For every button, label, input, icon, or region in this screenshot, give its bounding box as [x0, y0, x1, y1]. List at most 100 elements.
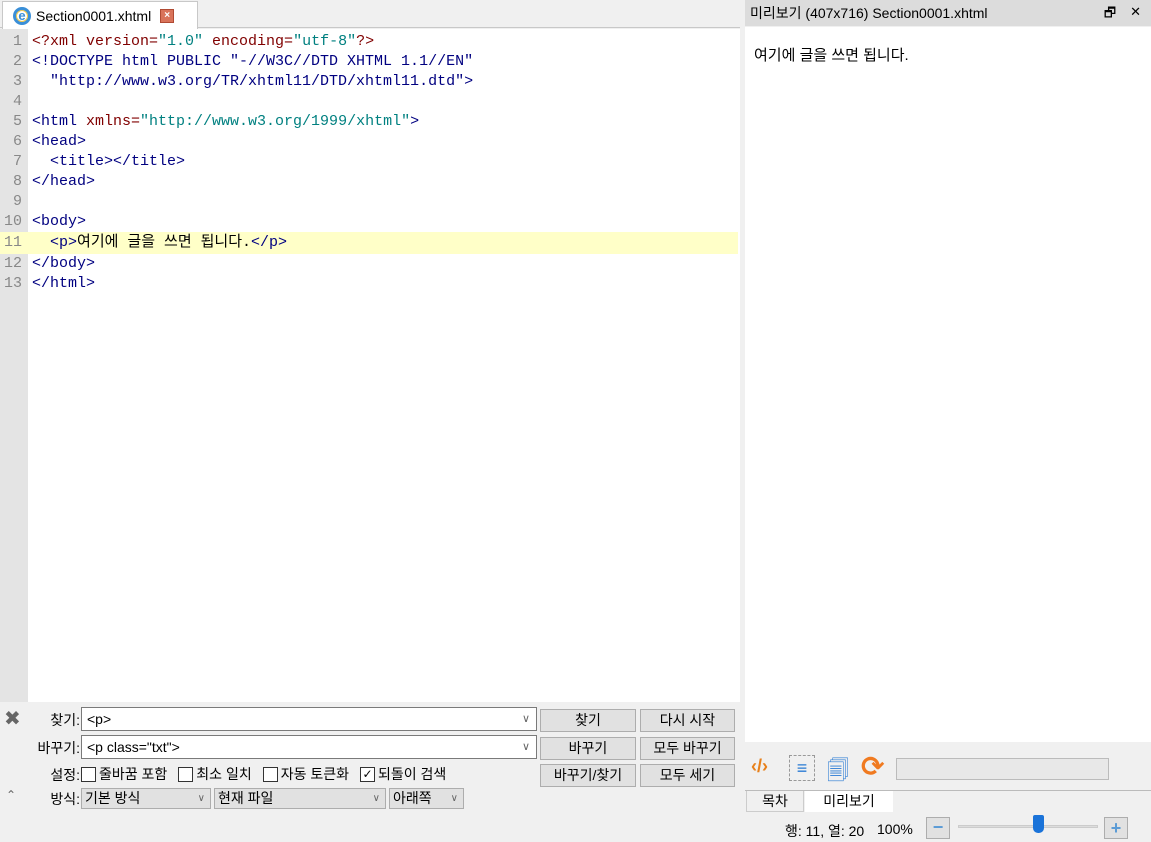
mode-value: 기본 방식	[85, 790, 141, 806]
chevron-down-icon: ∨	[450, 793, 458, 804]
direction-value: 아래쪽	[393, 790, 432, 806]
find-label: 찾기:	[50, 712, 80, 728]
mode-label: 방식:	[50, 791, 80, 807]
code-text: <body>	[32, 212, 86, 232]
option-label: 줄바꿈 포함	[99, 766, 168, 782]
code-line[interactable]: 3 "http://www.w3.org/TR/xhtml11/DTD/xhtm…	[0, 72, 738, 92]
option-checkbox[interactable]: ✓ 되돌이 검색	[360, 764, 446, 784]
replace-input[interactable]: <p class="txt"> ∨	[81, 735, 537, 759]
checkbox-checked-icon[interactable]: ✓	[360, 766, 376, 782]
option-checkbox[interactable]: 최소 일치	[178, 764, 252, 784]
preview-toolbar: ‹/› ≡ 🗐 ⟳	[745, 742, 1151, 790]
find-button[interactable]: 찾기	[540, 709, 636, 732]
code-line[interactable]: 9	[0, 192, 738, 212]
tab-section0001[interactable]: e Section0001.xhtml ×	[2, 1, 198, 29]
replace-all-button[interactable]: 모두 바꾸기	[640, 737, 735, 760]
code-line[interactable]: 12 </body>	[0, 254, 738, 274]
ie-file-icon: e	[13, 6, 31, 25]
restart-button[interactable]: 다시 시작	[640, 709, 735, 732]
tab-preview[interactable]: 미리보기	[805, 791, 893, 812]
code-line[interactable]: 2 <!DOCTYPE html PUBLIC "-//W3C//DTD XHTM…	[0, 52, 738, 72]
preview-pane: 여기에 글을 쓰면 됩니다.	[745, 27, 1151, 742]
code-token: "http://www.w3.org/TR/xhtml11/DTD/xhtml1…	[32, 73, 474, 90]
code-token: 여기에 글을 쓰면 됩니다.	[77, 234, 252, 251]
tab-title: Section0001.xhtml	[36, 7, 152, 24]
option-checkbox[interactable]: 자동 토큰화	[262, 764, 350, 784]
option-label: 되돌이 검색	[378, 766, 447, 782]
line-number: 8	[12, 173, 22, 190]
restore-icon[interactable]: 🗗	[1104, 4, 1116, 26]
close-icon[interactable]: ×	[160, 8, 175, 23]
code-token: <!DOCTYPE html PUBLIC "-//W3C//DTD XHTML…	[32, 53, 474, 70]
code-line[interactable]: 6 <head>	[0, 132, 738, 152]
code-token: version=	[86, 33, 159, 50]
code-token: <body>	[32, 213, 87, 230]
option-label: 최소 일치	[196, 766, 252, 782]
code-line[interactable]: 7 <title></title>	[0, 152, 738, 172]
select-all-icon[interactable]: ≡	[789, 755, 815, 781]
code-text: <!DOCTYPE html PUBLIC "-//W3C//DTD XHTML…	[32, 52, 473, 72]
code-line-current[interactable]: 11 <p>여기에 글을 쓰면 됩니다.</p>	[0, 232, 738, 254]
option-label: 자동 토큰화	[280, 766, 350, 782]
close-find-icon[interactable]: ✖	[4, 706, 21, 731]
option-checkbox[interactable]: 줄바꿈 포함	[81, 764, 167, 784]
zoom-out-button[interactable]: −	[926, 817, 950, 839]
refresh-icon[interactable]: ⟳	[861, 750, 884, 783]
code-text: <p>여기에 글을 쓰면 됩니다.</p>	[32, 232, 287, 254]
chevron-down-icon[interactable]: ∨	[522, 708, 530, 730]
preview-title-bar: 미리보기 (407x716) Section0001.xhtml 🗗 ✕	[745, 0, 1151, 26]
code-token: "utf-8"	[293, 33, 357, 50]
code-token: <title></title>	[32, 153, 186, 170]
code-line[interactable]: 8 </head>	[0, 172, 738, 192]
chevron-down-icon[interactable]: ∨	[522, 736, 530, 758]
code-token: </body>	[32, 255, 96, 272]
line-number: 2	[12, 53, 22, 70]
code-editor[interactable]: 1 <?xml version="1.0" encoding="utf-8"?> 2…	[0, 29, 740, 702]
code-line[interactable]: 1 <?xml version="1.0" encoding="utf-8"?>	[0, 32, 738, 52]
line-number: 12	[3, 255, 22, 272]
code-line[interactable]: 5 <html xmlns="http://www.w3.org/1999/xht…	[0, 112, 738, 132]
code-view-icon[interactable]: ‹/›	[751, 756, 768, 777]
replace-button[interactable]: 바꾸기	[540, 737, 636, 760]
find-value: <p>	[87, 711, 112, 727]
code-line[interactable]: 4	[0, 92, 738, 112]
zoom-in-button[interactable]: +	[1104, 817, 1128, 839]
code-line[interactable]: 10 <body>	[0, 212, 738, 232]
options-group: 줄바꿈 포함 최소 일치 자동 토큰화 ✓ 되돌이 검색	[81, 764, 457, 784]
checkbox-icon[interactable]	[81, 766, 96, 782]
tab-toc[interactable]: 목차	[746, 791, 804, 812]
copy-document-icon[interactable]: 🗐	[827, 754, 851, 783]
code-text: <head>	[32, 132, 86, 152]
line-number: 7	[12, 153, 22, 170]
code-text: </html>	[32, 274, 95, 294]
mode-select[interactable]: 기본 방식 ∨	[81, 788, 211, 809]
code-token: xmlns=	[86, 113, 141, 130]
scope-select[interactable]: 현재 파일 ∨	[214, 788, 386, 809]
code-text: "http://www.w3.org/TR/xhtml11/DTD/xhtml1…	[32, 72, 473, 92]
status-bar: 행: 11, 열: 20 100% − +	[745, 811, 1151, 842]
zoom-level: 100%	[877, 821, 913, 837]
checkbox-icon[interactable]	[262, 766, 278, 782]
editor-tab-bar: e Section0001.xhtml ×	[0, 0, 740, 29]
line-number: 9	[12, 193, 22, 210]
zoom-slider-thumb[interactable]	[1033, 815, 1044, 833]
code-token: </html>	[32, 275, 96, 292]
collapse-up-icon[interactable]: ⌃	[6, 788, 16, 802]
count-all-button[interactable]: 모두 세기	[640, 764, 735, 787]
close-icon[interactable]: ✕	[1130, 4, 1141, 26]
replace-find-button[interactable]: 바꾸기/찾기	[540, 764, 636, 787]
code-line[interactable]: 13 </html>	[0, 274, 738, 294]
zoom-slider[interactable]	[958, 825, 1098, 828]
code-token: <head>	[32, 133, 87, 150]
direction-select[interactable]: 아래쪽 ∨	[389, 788, 464, 809]
options-label: 설정:	[50, 767, 80, 783]
code-token: </head>	[32, 173, 96, 190]
find-replace-panel: ✖ ⌃ 찾기: <p> ∨ 바꾸기: <p class="txt"> ∨ 설정: 줄…	[0, 702, 740, 842]
bottom-tabs: 목차 미리보기	[745, 790, 1151, 812]
checkbox-icon[interactable]	[178, 766, 194, 782]
code-token: >	[410, 113, 420, 130]
code-token: <p>	[32, 234, 78, 251]
find-input[interactable]: <p> ∨	[81, 707, 537, 731]
line-number: 10	[3, 213, 22, 230]
code-text: </head>	[32, 172, 95, 192]
